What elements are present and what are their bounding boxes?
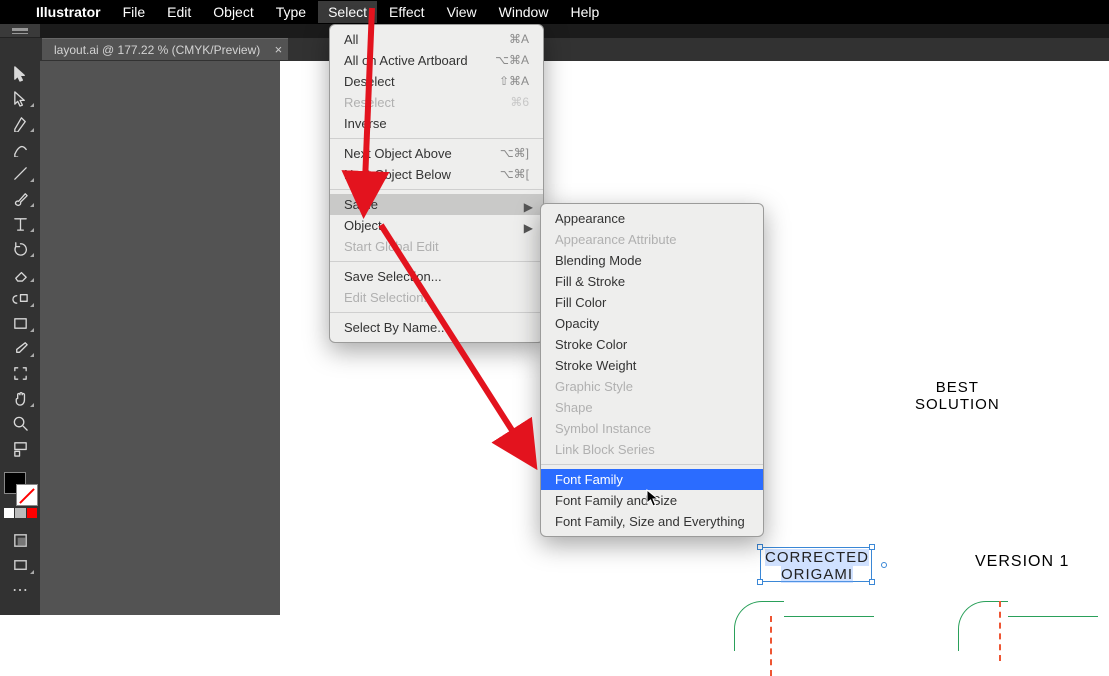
tab-well (40, 24, 1109, 38)
shape-builder-tool[interactable] (3, 286, 37, 310)
line-tool[interactable] (3, 161, 37, 185)
path-line[interactable] (784, 616, 874, 617)
eraser-tool[interactable] (3, 261, 37, 285)
color-tool[interactable] (3, 436, 37, 460)
menu-item-graphic-style: Graphic Style (541, 376, 763, 397)
select-menu: All⌘AAll on Active Artboard⌥⌘ADeselect⇧⌘… (329, 24, 544, 343)
menu-item-all-on-active-artboard[interactable]: All on Active Artboard⌥⌘A (330, 50, 543, 71)
menu-window[interactable]: Window (499, 4, 549, 20)
drag-handle-icon[interactable] (0, 24, 40, 38)
menu-item-save-selection-[interactable]: Save Selection... (330, 266, 543, 287)
edit-toolbar-button[interactable]: ⋯ (3, 578, 37, 602)
menu-item-next-object-below[interactable]: Next Object Below⌥⌘[ (330, 164, 543, 185)
menu-item-symbol-instance: Symbol Instance (541, 418, 763, 439)
text-version[interactable]: VERSION 1 (975, 553, 1069, 571)
guide-line[interactable] (770, 616, 772, 676)
menu-item-start-global-edit: Start Global Edit (330, 236, 543, 257)
rotate-tool[interactable] (3, 236, 37, 260)
app-name[interactable]: Illustrator (36, 4, 101, 20)
direct-selection-tool[interactable] (3, 86, 37, 110)
text-corrected-origami[interactable]: CORRECTEDORIGAMI (765, 549, 869, 583)
selection-tool[interactable] (3, 61, 37, 85)
menu-item-deselect[interactable]: Deselect⇧⌘A (330, 71, 543, 92)
chevron-right-icon: ▶ (524, 200, 533, 214)
tool-palette-bottom: ⋯ (0, 528, 40, 603)
curvature-tool[interactable] (3, 136, 37, 160)
eyedropper-tool[interactable] (3, 336, 37, 360)
os-menubar: Illustrator File Edit Object Type Select Effe… (0, 0, 1109, 24)
document-tab[interactable]: layout.ai @ 177.22 % (CMYK/Preview) × (42, 38, 288, 60)
zoom-tool[interactable] (3, 411, 37, 435)
menu-file[interactable]: File (123, 4, 146, 20)
type-tool[interactable] (3, 211, 37, 235)
menu-item-reselect: Reselect⌘6 (330, 92, 543, 113)
menu-item-opacity[interactable]: Opacity (541, 313, 763, 334)
menu-select[interactable]: Select (318, 1, 377, 23)
menu-item-appearance-attribute: Appearance Attribute (541, 229, 763, 250)
menu-item-blending-mode[interactable]: Blending Mode (541, 250, 763, 271)
path-arc[interactable] (734, 601, 784, 651)
menu-effect[interactable]: Effect (389, 4, 425, 20)
menu-item-object[interactable]: Object▶ (330, 215, 543, 236)
menu-item-edit-selection-: Edit Selection... (330, 287, 543, 308)
hand-tool[interactable] (3, 386, 37, 410)
out-port-handle[interactable] (881, 562, 887, 568)
pen-tool[interactable] (3, 111, 37, 135)
menu-item-same[interactable]: Same▶ (330, 194, 543, 215)
menu-item-all[interactable]: All⌘A (330, 29, 543, 50)
menu-item-font-family[interactable]: Font Family (541, 469, 763, 490)
menu-item-shape: Shape (541, 397, 763, 418)
menu-view[interactable]: View (447, 4, 477, 20)
menu-item-stroke-color[interactable]: Stroke Color (541, 334, 763, 355)
menu-help[interactable]: Help (570, 4, 599, 20)
brush-tool[interactable] (3, 186, 37, 210)
chevron-right-icon: ▶ (524, 221, 533, 235)
resize-handle[interactable] (869, 579, 875, 585)
draw-mode-tool[interactable] (3, 528, 37, 552)
menu-item-fill-stroke[interactable]: Fill & Stroke (541, 271, 763, 292)
same-submenu: AppearanceAppearance AttributeBlending M… (540, 203, 764, 537)
text-best-solution[interactable]: BEST SOLUTION (915, 379, 1000, 413)
path-line[interactable] (1008, 616, 1098, 617)
menu-item-link-block-series: Link Block Series (541, 439, 763, 460)
resize-handle[interactable] (757, 544, 763, 550)
menu-item-fill-color[interactable]: Fill Color (541, 292, 763, 313)
rectangle-tool[interactable] (3, 311, 37, 335)
resize-handle[interactable] (757, 579, 763, 585)
menu-item-select-by-name-[interactable]: Select By Name... (330, 317, 543, 338)
menu-edit[interactable]: Edit (167, 4, 191, 20)
menu-type[interactable]: Type (276, 4, 306, 20)
close-icon[interactable]: × (275, 42, 283, 57)
resize-handle[interactable] (869, 544, 875, 550)
menu-item-stroke-weight[interactable]: Stroke Weight (541, 355, 763, 376)
color-mode-row[interactable] (4, 508, 38, 522)
app-chrome: layout.ai @ 177.22 % (CMYK/Preview) × (0, 24, 1109, 61)
menu-object[interactable]: Object (213, 4, 253, 20)
document-tab-label: layout.ai @ 177.22 % (CMYK/Preview) (54, 43, 260, 57)
tool-palette (0, 61, 40, 461)
menu-item-appearance[interactable]: Appearance (541, 208, 763, 229)
menu-item-next-object-above[interactable]: Next Object Above⌥⌘] (330, 143, 543, 164)
guide-line[interactable] (999, 601, 1001, 661)
artboard-tool[interactable] (3, 361, 37, 385)
menu-item-inverse[interactable]: Inverse (330, 113, 543, 134)
mouse-cursor-icon (646, 489, 660, 510)
screen-mode-tool[interactable] (3, 553, 37, 577)
stroke-color-swatch[interactable] (16, 484, 38, 506)
menu-item-font-family-size-and-everything[interactable]: Font Family, Size and Everything (541, 511, 763, 532)
